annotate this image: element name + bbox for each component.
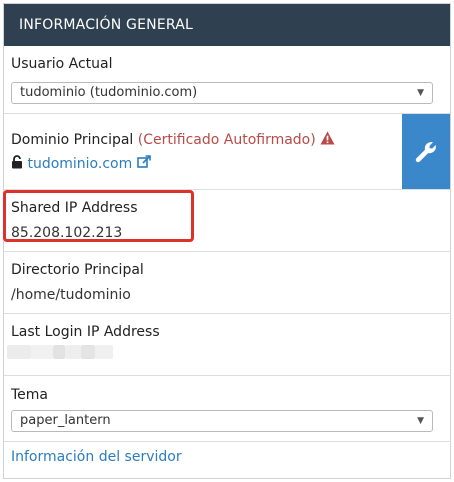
usuario-actual-value: tudominio (tudominio.com)	[20, 85, 198, 100]
usuario-actual-select[interactable]: tudominio (tudominio.com) ▼	[11, 82, 433, 104]
domain-line: tudominio.com	[11, 155, 151, 172]
dominio-principal-label: Dominio Principal	[11, 132, 134, 148]
usuario-actual-row: Usuario Actual tudominio (tudominio.com)…	[4, 46, 450, 114]
warning-triangle-icon	[320, 131, 335, 145]
chevron-down-icon: ▼	[417, 88, 424, 98]
directorio-row: Directorio Principal /home/tudominio	[4, 252, 450, 314]
domain-link[interactable]: tudominio.com	[27, 156, 132, 172]
usuario-actual-label: Usuario Actual	[11, 56, 113, 72]
certificate-warning: (Certificado Autofirmado)	[137, 132, 316, 148]
tema-row: Tema paper_lantern ▼	[4, 376, 450, 442]
unlock-icon	[12, 155, 22, 169]
panel-title: INFORMACIÓN GENERAL	[4, 4, 450, 46]
last-login-label: Last Login IP Address	[11, 324, 160, 340]
chevron-down-icon: ▼	[417, 416, 424, 426]
server-info-row: Información del servidor	[4, 442, 450, 472]
directorio-label: Directorio Principal	[11, 262, 144, 278]
tema-label: Tema	[11, 387, 49, 403]
directorio-value: /home/tudominio	[11, 287, 131, 303]
redacted-ip-blur	[7, 343, 113, 361]
server-info-link[interactable]: Información del servidor	[11, 449, 182, 465]
tema-select[interactable]: paper_lantern ▼	[11, 410, 433, 432]
external-link-icon[interactable]	[136, 155, 151, 169]
wrench-icon	[415, 141, 436, 162]
dominio-principal-label-line: Dominio Principal (Certificado Autofirma…	[11, 131, 335, 148]
dominio-principal-row: Dominio Principal (Certificado Autofirma…	[4, 114, 450, 190]
tema-value: paper_lantern	[20, 413, 111, 428]
highlight-box	[3, 190, 194, 242]
ssl-manage-button[interactable]	[402, 114, 450, 189]
